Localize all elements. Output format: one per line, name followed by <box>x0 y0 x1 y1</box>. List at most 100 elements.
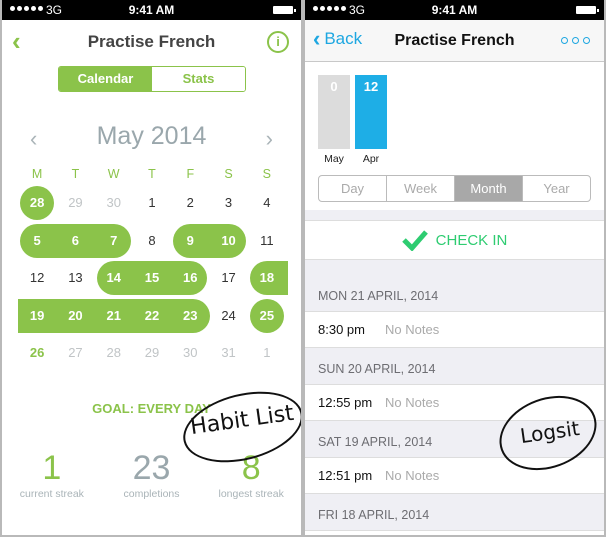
page-title: Practise French <box>87 32 216 51</box>
page-title: Practise French <box>394 32 515 49</box>
clock: 9:41 AM <box>431 3 478 17</box>
habit-list-screen: 3G 9:41 AM ‹ Practise French i Calendar … <box>2 0 301 535</box>
stat-item: 1 current streak <box>2 450 102 500</box>
log-time: 12:55 pm <box>318 395 373 410</box>
calendar-day[interactable]: 8 <box>133 224 171 262</box>
calendar-day[interactable]: 28 <box>18 186 56 224</box>
calendar-week: 19 20 21 22 23 24 25 <box>18 298 286 337</box>
log-entry[interactable]: 8:30 pm No Notes <box>305 312 604 348</box>
weekday-header: MTWTFSS <box>18 162 286 186</box>
log-date-header: MON 21 APRIL, 2014 <box>305 260 604 312</box>
calendar-day[interactable]: 15 <box>133 261 171 299</box>
weekday-label: S <box>262 167 271 181</box>
tab-calendar[interactable]: Calendar <box>59 67 152 91</box>
calendar-day[interactable]: 20 <box>56 299 94 337</box>
stat-label: completions <box>123 488 180 500</box>
calendar-day[interactable]: 19 <box>18 299 56 337</box>
calendar-week: 28 29 30 1 2 3 4 <box>18 186 286 224</box>
month-title: May 2014 <box>96 122 207 150</box>
calendar-day[interactable]: 30 <box>95 186 133 224</box>
weekday-label: T <box>71 167 80 181</box>
stat-label: current streak <box>19 488 84 500</box>
calendar-day[interactable]: 18 <box>248 261 286 299</box>
calendar-day[interactable]: 1 <box>133 186 171 224</box>
calendar-day[interactable]: 12 <box>18 261 56 299</box>
next-month-icon[interactable]: › <box>266 126 273 152</box>
log-time: 8:30 pm <box>318 322 365 337</box>
log-note: No Notes <box>385 322 440 337</box>
range-tab-day[interactable]: Day <box>319 176 387 201</box>
calendar-day[interactable]: 22 <box>133 299 171 337</box>
calendar-day[interactable]: 23 <box>171 299 209 337</box>
calendar-day[interactable]: 28 <box>95 336 133 374</box>
calendar-day[interactable]: 2 <box>171 186 209 224</box>
log-note: No Notes <box>385 468 440 483</box>
calendar-day[interactable]: 9 <box>171 224 209 262</box>
log-date: MON 21 APRIL, 2014 <box>318 289 439 303</box>
status-bar: 3G 9:41 AM <box>2 0 301 20</box>
nav-bar: ‹ Back Practise French <box>305 20 604 62</box>
calendar-day[interactable]: 3 <box>209 186 247 224</box>
nav-bar: ‹ Practise French i <box>2 20 301 64</box>
view-segmented-control: Calendar Stats <box>58 66 246 92</box>
more-icon[interactable] <box>561 37 590 44</box>
bar-label: May <box>324 153 344 165</box>
calendar-day[interactable]: 5 <box>18 224 56 262</box>
calendar-day[interactable]: 10 <box>209 224 247 262</box>
log-time: 12:51 pm <box>318 468 373 483</box>
info-icon[interactable]: i <box>267 31 289 53</box>
calendar-day[interactable]: 31 <box>209 336 247 374</box>
calendar-week: 5 6 7 8 9 10 11 <box>18 223 286 262</box>
tab-stats[interactable]: Stats <box>152 67 245 91</box>
calendar-week: 12 13 14 15 16 17 18 <box>18 261 289 299</box>
battery-icon <box>273 6 296 14</box>
log-date: FRI 18 APRIL, 2014 <box>318 508 430 522</box>
section-spacer <box>305 210 604 220</box>
battery-icon <box>576 6 599 14</box>
calendar-day[interactable]: 29 <box>56 186 94 224</box>
calendar-grid: MTWTFSS 28 29 30 1 2 3 4 5 6 7 8 9 10 11 12 13 14 15 16 17 1… <box>18 162 289 374</box>
check-in-button[interactable]: CHECK IN <box>305 220 604 260</box>
weekday-label: S <box>224 167 233 181</box>
log-date: SAT 19 APRIL, 2014 <box>318 435 433 449</box>
calendar-day[interactable]: 25 <box>248 299 286 337</box>
stat-value: 1 <box>42 449 62 487</box>
log-date: SUN 20 APRIL, 2014 <box>318 362 436 376</box>
calendar-day[interactable]: 4 <box>248 186 286 224</box>
weekday-label: W <box>107 167 120 181</box>
calendar-day[interactable]: 24 <box>209 299 247 337</box>
weekday-label: F <box>186 167 195 181</box>
calendar-day[interactable]: 29 <box>133 336 171 374</box>
calendar-day[interactable]: 11 <box>248 224 286 262</box>
range-tab-week[interactable]: Week <box>387 176 455 201</box>
checkmark-icon <box>401 230 428 251</box>
log-note: No Notes <box>385 395 440 410</box>
calendar-day[interactable]: 26 <box>18 336 56 374</box>
calendar-day[interactable]: 1 <box>248 336 286 374</box>
clock: 9:41 AM <box>128 3 175 17</box>
calendar-day[interactable]: 7 <box>95 224 133 262</box>
bar-column: 12 Apr <box>355 75 387 165</box>
weekday-label: T <box>148 167 156 181</box>
range-segmented-control: Day Week Month Year <box>318 175 591 202</box>
range-tab-month[interactable]: Month <box>455 176 523 201</box>
bar-label: Apr <box>362 153 380 165</box>
bar-may[interactable]: 0 <box>318 75 350 149</box>
stat-item: 23 completions <box>102 450 202 500</box>
calendar-day[interactable]: 21 <box>95 299 133 337</box>
bar-column: 0 May <box>318 75 350 165</box>
calendar-day[interactable]: 6 <box>56 224 94 262</box>
log-date-header: SUN 20 APRIL, 2014 <box>305 348 604 385</box>
calendar-week: 26 27 28 29 30 31 1 <box>18 336 286 374</box>
calendar-day[interactable]: 16 <box>171 261 209 299</box>
bar-apr[interactable]: 12 <box>355 75 387 149</box>
status-bar: 3G 9:41 AM <box>305 0 604 20</box>
calendar-day[interactable]: 13 <box>56 261 94 299</box>
calendar-day[interactable]: 30 <box>171 336 209 374</box>
log-date-header: FRI 18 APRIL, 2014 <box>305 494 604 531</box>
calendar-day[interactable]: 14 <box>95 261 133 299</box>
calendar-day[interactable]: 17 <box>209 261 247 299</box>
range-tab-year[interactable]: Year <box>523 176 590 201</box>
logsit-screen: 3G 9:41 AM ‹ Back Practise French 0 May 12… <box>305 0 604 535</box>
calendar-day[interactable]: 27 <box>56 336 94 374</box>
